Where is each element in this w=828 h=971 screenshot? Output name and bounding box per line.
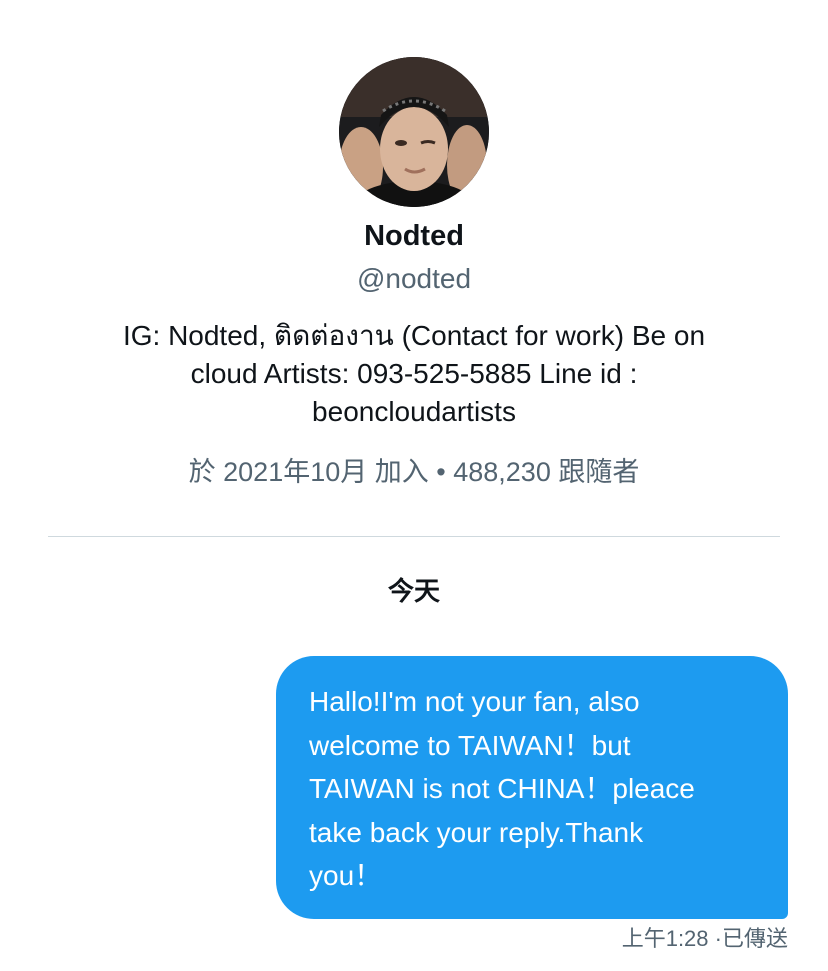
message-line: TAIWAN is not CHINA！pleace	[309, 773, 695, 804]
message-status: 上午1:28 ·已傳送	[622, 924, 788, 954]
profile-meta: 於 2021年10月 加入 • 488,230 跟隨者	[189, 455, 640, 489]
message-line: take back your reply.Thank	[309, 816, 644, 848]
followers-count[interactable]: 488,230 跟隨者	[453, 457, 639, 487]
meta-separator: •	[436, 457, 446, 487]
day-separator: 今天	[387, 576, 440, 606]
profile-photo-icon	[339, 57, 489, 207]
avatar[interactable]	[339, 57, 489, 207]
delivery-status: 已傳送	[721, 926, 788, 951]
bio-line: beoncloudartists	[312, 396, 516, 427]
status-separator: ·	[714, 926, 722, 951]
handle[interactable]: @nodted	[357, 262, 471, 296]
display-name[interactable]: Nodted	[364, 219, 464, 253]
message-line: Hallo!I'm not your fan, also	[309, 686, 640, 717]
bio-line: IG: Nodted, ติดต่องาน (Contact for work)…	[122, 320, 706, 351]
divider	[48, 536, 780, 537]
message-line: welcome to TAIWAN！but	[309, 729, 631, 761]
bio-line: cloud Artists: 093-525-5885 Line id :	[190, 358, 638, 389]
message-line: you！	[309, 860, 383, 891]
profile-bio: IG: Nodted, ติดต่องาน (Contact for work)…	[74, 317, 754, 431]
profile-header: Nodted @nodted IG: Nodted, ติดต่องาน (Co…	[0, 0, 828, 489]
joined-date: 於 2021年10月 加入	[188, 457, 429, 487]
sent-message-bubble[interactable]: Hallo!I'm not your fan, also welcome to …	[276, 656, 788, 919]
message-time: 上午1:28	[621, 926, 709, 951]
